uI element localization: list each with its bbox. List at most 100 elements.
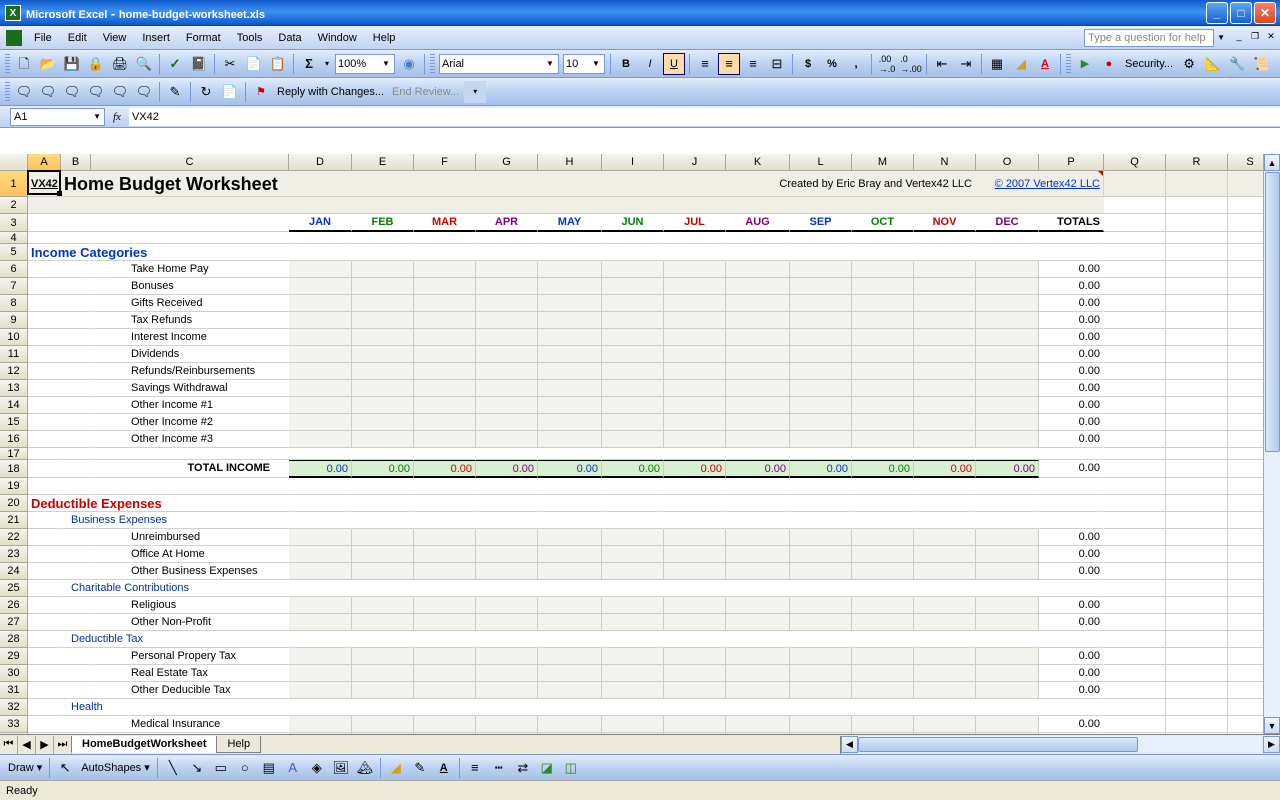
research-button[interactable]: 📓 [188, 53, 210, 75]
cell[interactable] [664, 580, 726, 597]
cell[interactable] [852, 648, 914, 665]
cell[interactable] [1104, 716, 1166, 733]
cell[interactable] [28, 397, 91, 414]
cell[interactable] [1039, 448, 1104, 460]
col-header-H[interactable]: H [538, 154, 602, 170]
cell[interactable]: Religious [91, 597, 289, 614]
hscroll-thumb[interactable] [858, 737, 1138, 752]
cell[interactable] [1166, 295, 1228, 312]
cell[interactable] [664, 699, 726, 716]
font-combo[interactable]: Arial▼ [439, 54, 559, 74]
cell[interactable] [414, 563, 476, 580]
cell[interactable] [602, 448, 664, 460]
cell[interactable] [289, 232, 352, 244]
cell[interactable] [1166, 261, 1228, 278]
cell[interactable]: Health [61, 699, 289, 716]
help-search-input[interactable] [1084, 29, 1214, 47]
spelling-button[interactable]: ✓ [164, 53, 186, 75]
cell[interactable] [352, 363, 414, 380]
cell[interactable]: 0.00 [538, 460, 602, 478]
cell[interactable] [664, 716, 726, 733]
cell[interactable] [852, 414, 914, 431]
cell[interactable] [976, 614, 1039, 631]
cell[interactable] [414, 244, 476, 261]
cell[interactable]: VX42 [28, 171, 61, 197]
cell[interactable] [726, 580, 790, 597]
arrow-style-button[interactable]: ⇄ [512, 757, 534, 779]
cell[interactable] [1166, 631, 1228, 648]
cell[interactable] [538, 431, 602, 448]
wordart-button[interactable]: A [282, 757, 304, 779]
row-header-26[interactable]: 26 [0, 597, 28, 614]
delete-comment-button[interactable]: 🗨 [133, 81, 155, 103]
cell[interactable] [352, 261, 414, 278]
cell[interactable] [538, 648, 602, 665]
cell[interactable] [602, 171, 664, 197]
cell[interactable] [790, 631, 852, 648]
cell[interactable] [1104, 614, 1166, 631]
cell[interactable] [538, 295, 602, 312]
cell[interactable] [1166, 699, 1228, 716]
cell[interactable] [538, 563, 602, 580]
cell[interactable] [476, 197, 538, 214]
row-header-28[interactable]: 28 [0, 631, 28, 648]
cell[interactable] [852, 448, 914, 460]
cell[interactable] [476, 414, 538, 431]
prev-comment-button[interactable]: 🗨 [37, 81, 59, 103]
cell[interactable] [414, 346, 476, 363]
cell[interactable] [476, 631, 538, 648]
cell[interactable] [1104, 380, 1166, 397]
cell[interactable] [852, 546, 914, 563]
row-header-10[interactable]: 10 [0, 329, 28, 346]
cell[interactable] [1166, 363, 1228, 380]
cell[interactable] [414, 597, 476, 614]
cell[interactable] [790, 699, 852, 716]
cell[interactable]: 0.00 [1039, 682, 1104, 699]
cell[interactable]: Charitable Contributions [61, 580, 289, 597]
cell[interactable] [1166, 495, 1228, 512]
show-all-comments-button[interactable]: 🗨 [109, 81, 131, 103]
cell[interactable] [1104, 244, 1166, 261]
cell[interactable] [602, 312, 664, 329]
cell[interactable] [852, 631, 914, 648]
cell[interactable] [602, 716, 664, 733]
cell[interactable] [726, 495, 790, 512]
cell[interactable]: 0.00 [1039, 614, 1104, 631]
cell[interactable] [28, 563, 91, 580]
cell[interactable] [1104, 312, 1166, 329]
cell[interactable] [664, 232, 726, 244]
cell[interactable] [538, 329, 602, 346]
cell[interactable] [852, 244, 914, 261]
cell[interactable] [790, 380, 852, 397]
cell[interactable] [726, 597, 790, 614]
cell[interactable] [476, 244, 538, 261]
scroll-right-icon[interactable]: ▶ [1263, 736, 1280, 753]
cell[interactable] [28, 716, 91, 733]
cell[interactable] [28, 460, 91, 478]
cell[interactable] [914, 312, 976, 329]
cell[interactable] [664, 478, 726, 495]
cell[interactable] [726, 529, 790, 546]
cell[interactable] [476, 448, 538, 460]
tab-first-button[interactable]: ⏮ [0, 736, 18, 754]
cell[interactable] [976, 261, 1039, 278]
cell[interactable] [352, 546, 414, 563]
cell[interactable] [28, 197, 61, 214]
cell[interactable] [1104, 495, 1166, 512]
cell[interactable]: Deductible Tax [61, 631, 289, 648]
cell[interactable] [726, 414, 790, 431]
cell[interactable] [538, 197, 602, 214]
textbox-button[interactable]: ▤ [258, 757, 280, 779]
scroll-down-icon[interactable]: ▼ [1264, 717, 1280, 734]
row-header-5[interactable]: 5 [0, 244, 28, 261]
show-ink-button[interactable]: ✎ [164, 81, 186, 103]
cell[interactable] [289, 431, 352, 448]
cell[interactable] [852, 614, 914, 631]
row-header-20[interactable]: 20 [0, 495, 28, 512]
tab-prev-button[interactable]: ◀ [18, 736, 36, 754]
cell[interactable] [852, 512, 914, 529]
col-header-J[interactable]: J [664, 154, 726, 170]
cell[interactable] [538, 232, 602, 244]
cell[interactable]: Business Expenses [61, 512, 289, 529]
cell[interactable] [91, 232, 289, 244]
